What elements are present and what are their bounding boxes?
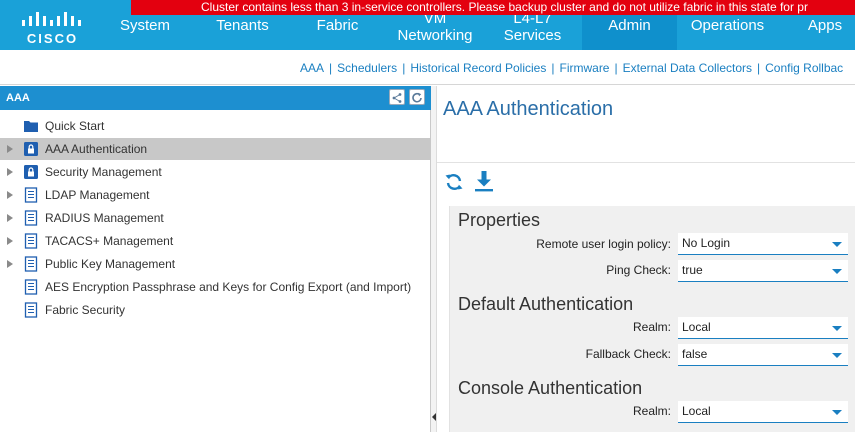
top-navigation-bar: CISCO System Tenants Fabric VM Networkin… <box>0 0 855 50</box>
tree-item-fabric-security[interactable]: Fabric Security <box>0 299 431 321</box>
expand-arrow-icon[interactable] <box>7 168 13 176</box>
subnav-separator: | <box>757 61 761 75</box>
console-realm-label: Realm: <box>632 404 671 418</box>
subnav-separator: | <box>551 61 555 75</box>
cisco-logo[interactable]: CISCO <box>0 0 110 50</box>
tree-item-radius-management[interactable]: RADIUS Management <box>0 207 431 229</box>
sub-navigation: AAA | Schedulers | Historical Record Policie… <box>0 50 855 85</box>
tree-item-security-management[interactable]: Security Management <box>0 161 431 183</box>
fallback-check-value: false <box>682 347 708 361</box>
tree-item-ldap-management[interactable]: LDAP Management <box>0 184 431 206</box>
chevron-down-icon <box>832 269 842 274</box>
tree-icon <box>392 93 402 103</box>
subnav-firmware[interactable]: Firmware <box>559 61 609 75</box>
left-panel-title: AAA <box>6 92 30 104</box>
expand-arrow-icon[interactable] <box>7 191 13 199</box>
remote-login-policy-label: Remote user login policy: <box>536 237 671 251</box>
policy-document-icon <box>24 233 38 249</box>
fallback-check-label: Fallback Check: <box>585 347 671 361</box>
download-icon[interactable] <box>474 170 494 192</box>
chevron-down-icon <box>832 410 842 415</box>
subnav-schedulers[interactable]: Schedulers <box>337 61 397 75</box>
policy-document-icon <box>24 210 38 226</box>
ping-check-label: Ping Check: <box>606 263 671 277</box>
console-realm-value: Local <box>682 404 711 418</box>
subnav-separator: | <box>402 61 406 75</box>
chevron-down-icon <box>832 353 842 358</box>
expand-arrow-icon[interactable] <box>7 237 13 245</box>
expand-arrow-icon[interactable] <box>7 260 13 268</box>
cisco-bars-icon <box>22 12 81 26</box>
tree-item-quick-start[interactable]: Quick Start <box>0 115 431 137</box>
console-authentication-heading: Console Authentication <box>458 378 643 398</box>
console-realm-select[interactable]: Local <box>678 401 848 423</box>
expand-arrow-icon[interactable] <box>7 145 13 153</box>
subnav-separator: | <box>614 61 618 75</box>
default-authentication-heading: Default Authentication <box>458 294 634 314</box>
default-realm-select[interactable]: Local <box>678 317 848 339</box>
page-title: AAA Authentication <box>443 98 614 120</box>
refresh-tree-icon[interactable] <box>409 89 425 105</box>
tree-item-aes-encryption[interactable]: AES Encryption Passphrase and Keys for C… <box>0 276 431 298</box>
subnav-config-rollback[interactable]: Config Rollbac <box>765 61 843 75</box>
ping-check-value: true <box>682 263 703 277</box>
default-realm-label: Realm: <box>632 320 671 334</box>
ping-check-select[interactable]: true <box>678 260 848 282</box>
chevron-down-icon <box>832 242 842 247</box>
cisco-wordmark: CISCO <box>26 31 79 46</box>
tree-item-tacacs-management[interactable]: TACACS+ Management <box>0 230 431 252</box>
subnav-historical-record-policies[interactable]: Historical Record Policies <box>410 61 546 75</box>
default-realm-value: Local <box>682 320 711 334</box>
policy-document-icon <box>24 187 38 203</box>
left-navigation-panel: AAA Quick Start AAA Authentication Secur… <box>0 86 431 432</box>
tree-item-aaa-authentication[interactable]: AAA Authentication <box>0 138 431 160</box>
content-panel: AAA Authentication Properties Remote use… <box>437 86 855 432</box>
remote-login-policy-value: No Login <box>682 236 731 250</box>
folder-icon <box>24 121 38 132</box>
subnav-external-data-collectors[interactable]: External Data Collectors <box>623 61 752 75</box>
lock-icon <box>24 165 38 179</box>
policy-document-icon <box>24 279 38 295</box>
cluster-alert-banner: Cluster contains less than 3 in-service … <box>131 0 855 15</box>
left-panel-header: AAA <box>0 86 431 110</box>
title-divider <box>437 162 855 163</box>
subnav-separator: | <box>329 61 333 75</box>
tree-item-public-key-management[interactable]: Public Key Management <box>0 253 431 275</box>
tree-view-toggle-icon[interactable] <box>389 89 405 105</box>
lock-icon <box>24 142 38 156</box>
refresh-icon <box>412 92 422 103</box>
properties-heading: Properties <box>458 210 541 230</box>
policy-document-icon <box>24 256 38 272</box>
subnav-aaa[interactable]: AAA <box>300 61 324 75</box>
policy-document-icon <box>24 302 38 318</box>
collapse-arrow-icon[interactable] <box>432 413 436 421</box>
expand-arrow-icon[interactable] <box>7 214 13 222</box>
chevron-down-icon <box>832 326 842 331</box>
remote-login-policy-select[interactable]: No Login <box>678 233 848 255</box>
refresh-icon[interactable] <box>444 172 464 192</box>
properties-form: Properties Remote user login policy: No … <box>449 206 855 432</box>
fallback-check-select[interactable]: false <box>678 344 848 366</box>
